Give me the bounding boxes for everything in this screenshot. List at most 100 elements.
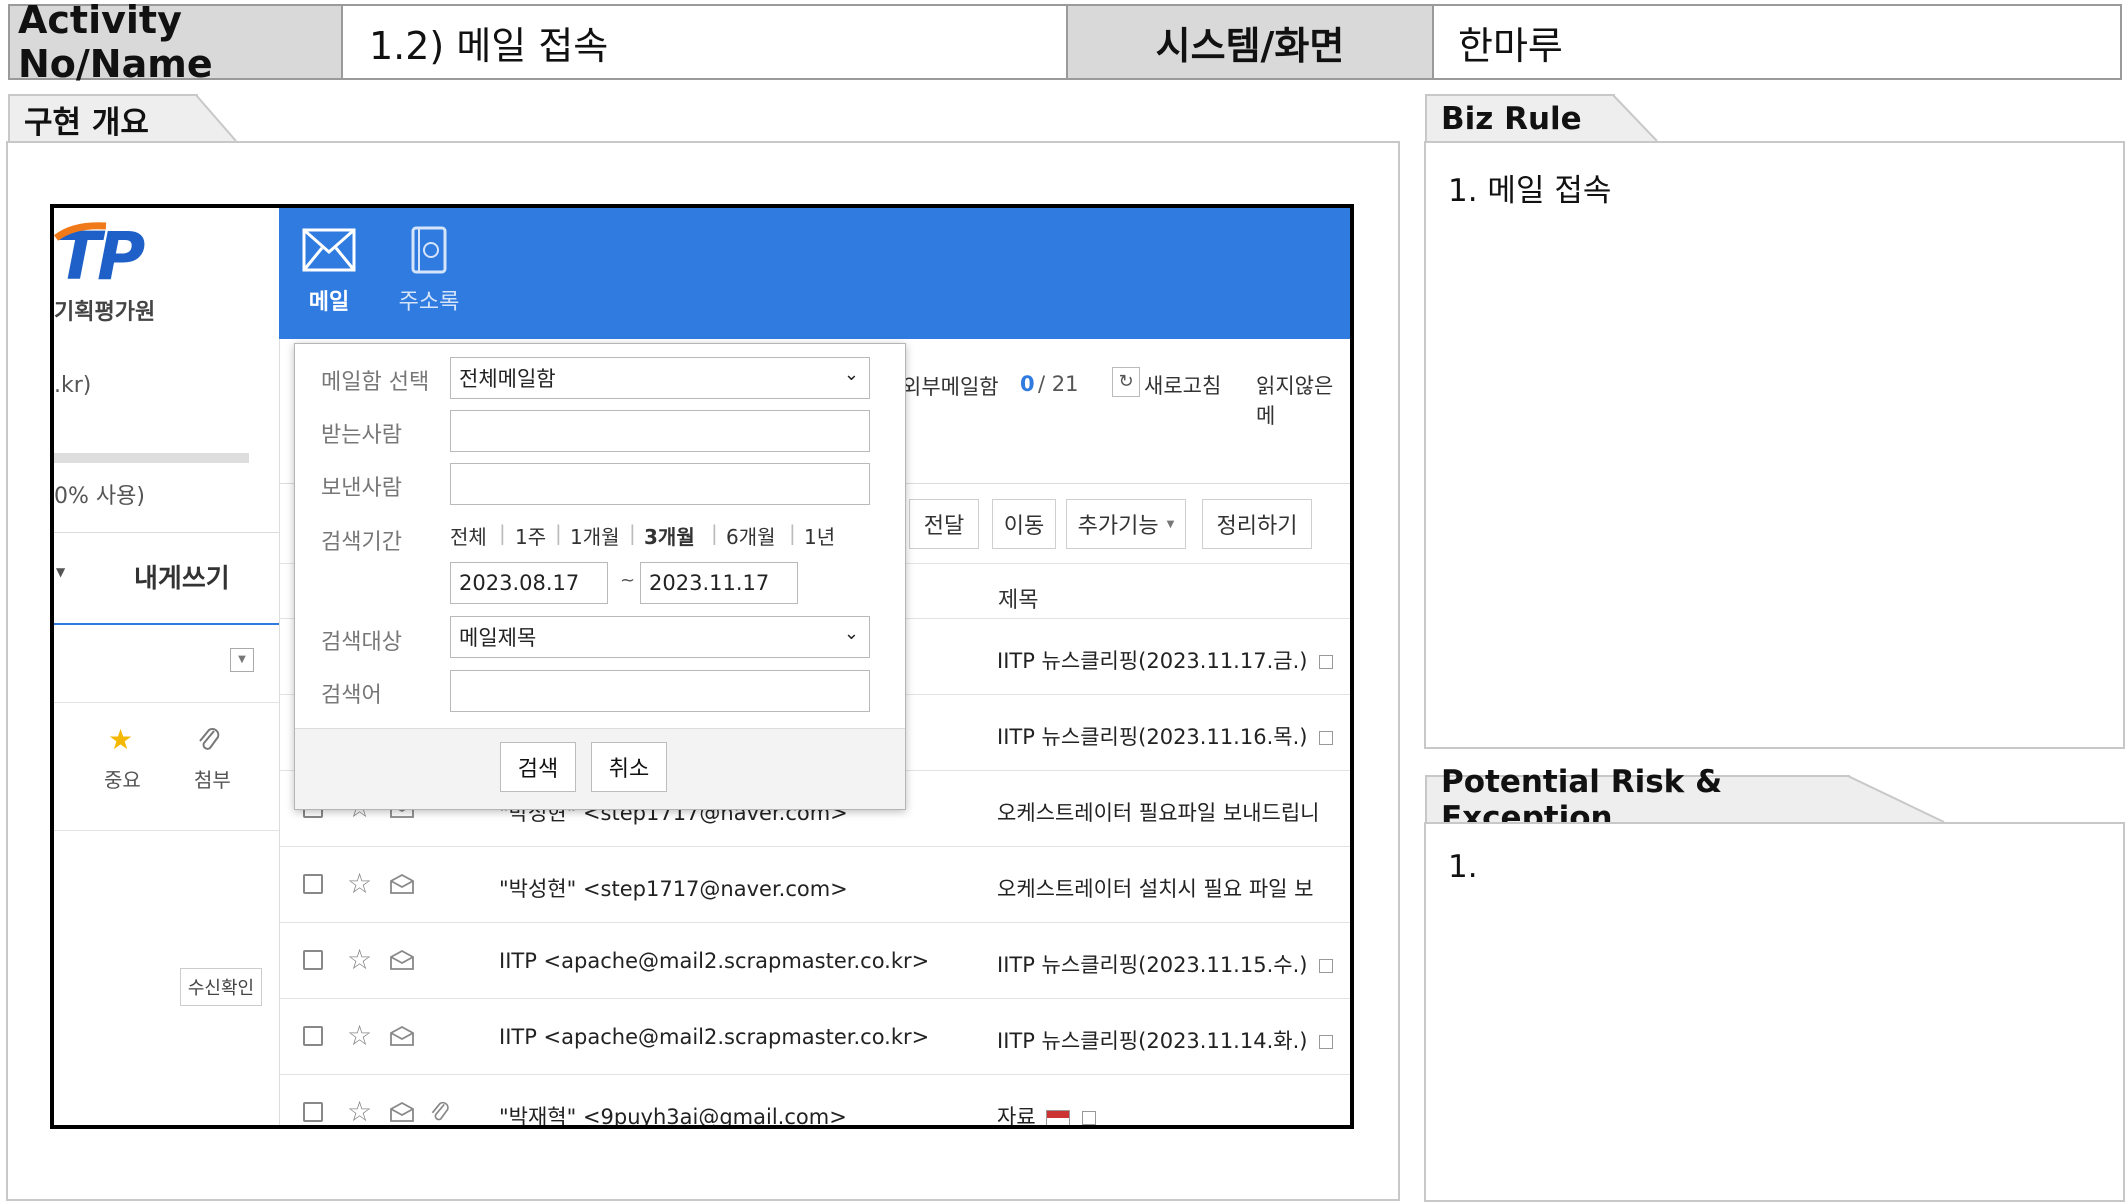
account-suffix: .kr) [54,373,92,398]
to-input[interactable] [450,410,870,452]
nav-address-book[interactable]: 주소록 [394,226,464,316]
biz-rule-panel: 1. 메일 접속 [1424,141,2125,749]
subject-column-header[interactable]: 제목 [998,582,1038,614]
star-outline-icon[interactable]: ☆ [347,867,372,900]
envelope-open-icon[interactable] [389,949,415,971]
mail-subject[interactable]: 자료 [997,1101,1096,1125]
more-functions-label: 추가기능 [1077,514,1159,539]
mail-sender[interactable]: IITP <apache@mail2.scrapmaster.co.kr> [499,949,929,973]
move-button[interactable]: 이동 [992,499,1056,549]
filter-important[interactable]: 중요 [104,764,141,793]
risk-tab: Potential Risk & Exception [1425,764,1850,836]
from-label: 보낸사람 [321,476,402,501]
star-outline-icon[interactable]: ☆ [347,1095,372,1125]
organize-button[interactable]: 정리하기 [1202,499,1312,549]
period-all[interactable]: 전체 [450,521,487,550]
select-chevron-icon: ⌄ [843,364,859,385]
table-row[interactable]: ☆ "박재혁" <9puyh3ai@gmail.com> 자료 [279,1074,1350,1125]
envelope-open-icon[interactable] [389,1025,415,1047]
mail-subject[interactable]: IITP 뉴스클리핑(2023.11.15.수.) [997,949,1334,979]
date-from-value: 2023.08.17 [459,571,580,595]
unread-filter[interactable]: 읽지않은메 [1256,370,1350,430]
activity-label-cell: Activity No/Name [8,0,343,86]
organize-label: 정리하기 [1216,514,1298,539]
table-row[interactable]: ☆ "박성현" <step1717@naver.com> 오케스트레이터 설치시… [279,846,1350,923]
period-sep: | [629,521,636,545]
compose-self-button[interactable]: 내게쓰기 [134,558,230,595]
external-link-icon[interactable] [1319,1035,1334,1049]
search-button[interactable]: 검색 [500,742,576,792]
external-link-icon[interactable] [1319,959,1334,973]
target-select-value: 메일제목 [459,626,537,650]
date-to-value: 2023.11.17 [649,571,770,595]
biz-rule-text: 1. 메일 접속 [1448,173,1612,209]
to-label: 받는사람 [321,423,402,448]
mail-sender[interactable]: "박재혁" <9puyh3ai@gmail.com> [499,1101,847,1125]
period-1month[interactable]: 1개월 [570,521,620,550]
star-filled-icon[interactable]: ★ [108,723,133,756]
mail-subject[interactable]: IITP 뉴스클리핑(2023.11.16.목.) [997,721,1334,751]
cancel-button[interactable]: 취소 [591,742,667,792]
system-value: 한마루 [1458,23,1563,68]
mail-subject[interactable]: IITP 뉴스클리핑(2023.11.14.화.) [997,1025,1334,1055]
period-sep: | [789,521,796,545]
target-select[interactable]: 메일제목 ⌄ [450,616,870,658]
chevron-down-icon[interactable]: ▼ [56,565,65,579]
nav-mail[interactable]: 메일 [294,228,364,316]
select-chevron-icon: ⌄ [843,623,859,644]
mailbox-select-value: 전체메일함 [459,367,556,391]
row-checkbox[interactable] [303,950,323,970]
mail-sender[interactable]: IITP <apache@mail2.scrapmaster.co.kr> [499,1025,929,1049]
row-checkbox[interactable] [303,874,323,894]
more-functions-button[interactable]: 추가기능 ▼ [1066,499,1186,549]
envelope-open-icon[interactable] [389,873,415,895]
period-1year[interactable]: 1년 [804,521,835,550]
mail-sender[interactable]: "박성현" <step1717@naver.com> [499,873,848,903]
receipt-button[interactable]: 수신확인 [180,968,262,1006]
envelope-open-icon[interactable] [389,1101,415,1123]
paperclip-icon [431,1101,449,1121]
biz-rule-tab-slope [1613,94,1658,142]
forward-button[interactable]: 전달 [909,499,979,549]
system-label: 시스템/화면 [1155,23,1345,68]
table-row[interactable]: ☆ IITP <apache@mail2.scrapmaster.co.kr> … [279,998,1350,1075]
external-link-icon[interactable] [1319,731,1334,745]
address-book-icon [411,226,447,274]
receipt-label: 수신확인 [187,978,255,999]
period-1week[interactable]: 1주 [515,521,546,550]
external-mailbox-label[interactable]: 외부메일함 [902,371,999,401]
star-outline-icon[interactable]: ☆ [347,1019,372,1052]
mail-subject[interactable]: IITP 뉴스클리핑(2023.11.17.금.) [997,645,1334,675]
mail-subject[interactable]: 오케스트레이터 설치시 필요 파일 보 [997,873,1314,903]
date-from-input[interactable]: 2023.08.17 [450,562,608,604]
refresh-button[interactable]: 새로고침 [1144,370,1221,400]
caret-down-icon: ▼ [1166,518,1175,530]
row-checkbox[interactable] [303,1102,323,1122]
filter-bottom-divider [54,830,279,831]
folder-dropdown-icon[interactable]: ▼ [230,648,254,672]
date-to-input[interactable]: 2023.11.17 [640,562,798,604]
external-link-icon[interactable] [1319,655,1334,669]
period-sep: | [499,521,506,545]
refresh-icon[interactable]: ↻ [1112,367,1140,397]
mail-subject[interactable]: 오케스트레이터 필요파일 보내드립니 [997,797,1319,827]
mail-screenshot: TP 기획평가원 메일 주소록 .kr) 0% 사용) ▼ 내게쓰기 ▼ ★ 중… [50,204,1354,1129]
usage-text: 0% 사용) [54,484,145,509]
mailbox-select[interactable]: 전체메일함 ⌄ [450,357,870,399]
filter-attachment[interactable]: 첨부 [194,764,231,793]
quota-bar [54,453,249,463]
row-checkbox[interactable] [303,1026,323,1046]
keyword-input[interactable] [450,670,870,712]
risk-panel: 1. [1424,822,2125,1202]
cancel-button-label: 취소 [608,757,650,782]
from-input[interactable] [450,463,870,505]
paperclip-icon[interactable] [196,725,222,755]
period-3months[interactable]: 3개월 [644,521,695,550]
logo: TP [54,218,174,298]
period-6months[interactable]: 6개월 [726,521,776,550]
star-outline-icon[interactable]: ☆ [347,943,372,976]
search-dialog: 메일함 선택 전체메일함 ⌄ 받는사람 보낸사람 검색기간 전체 | 1주 | … [294,343,906,810]
external-link-icon[interactable] [1081,1111,1096,1125]
risk-text: 1. [1448,849,1478,885]
table-row[interactable]: ☆ IITP <apache@mail2.scrapmaster.co.kr> … [279,922,1350,999]
